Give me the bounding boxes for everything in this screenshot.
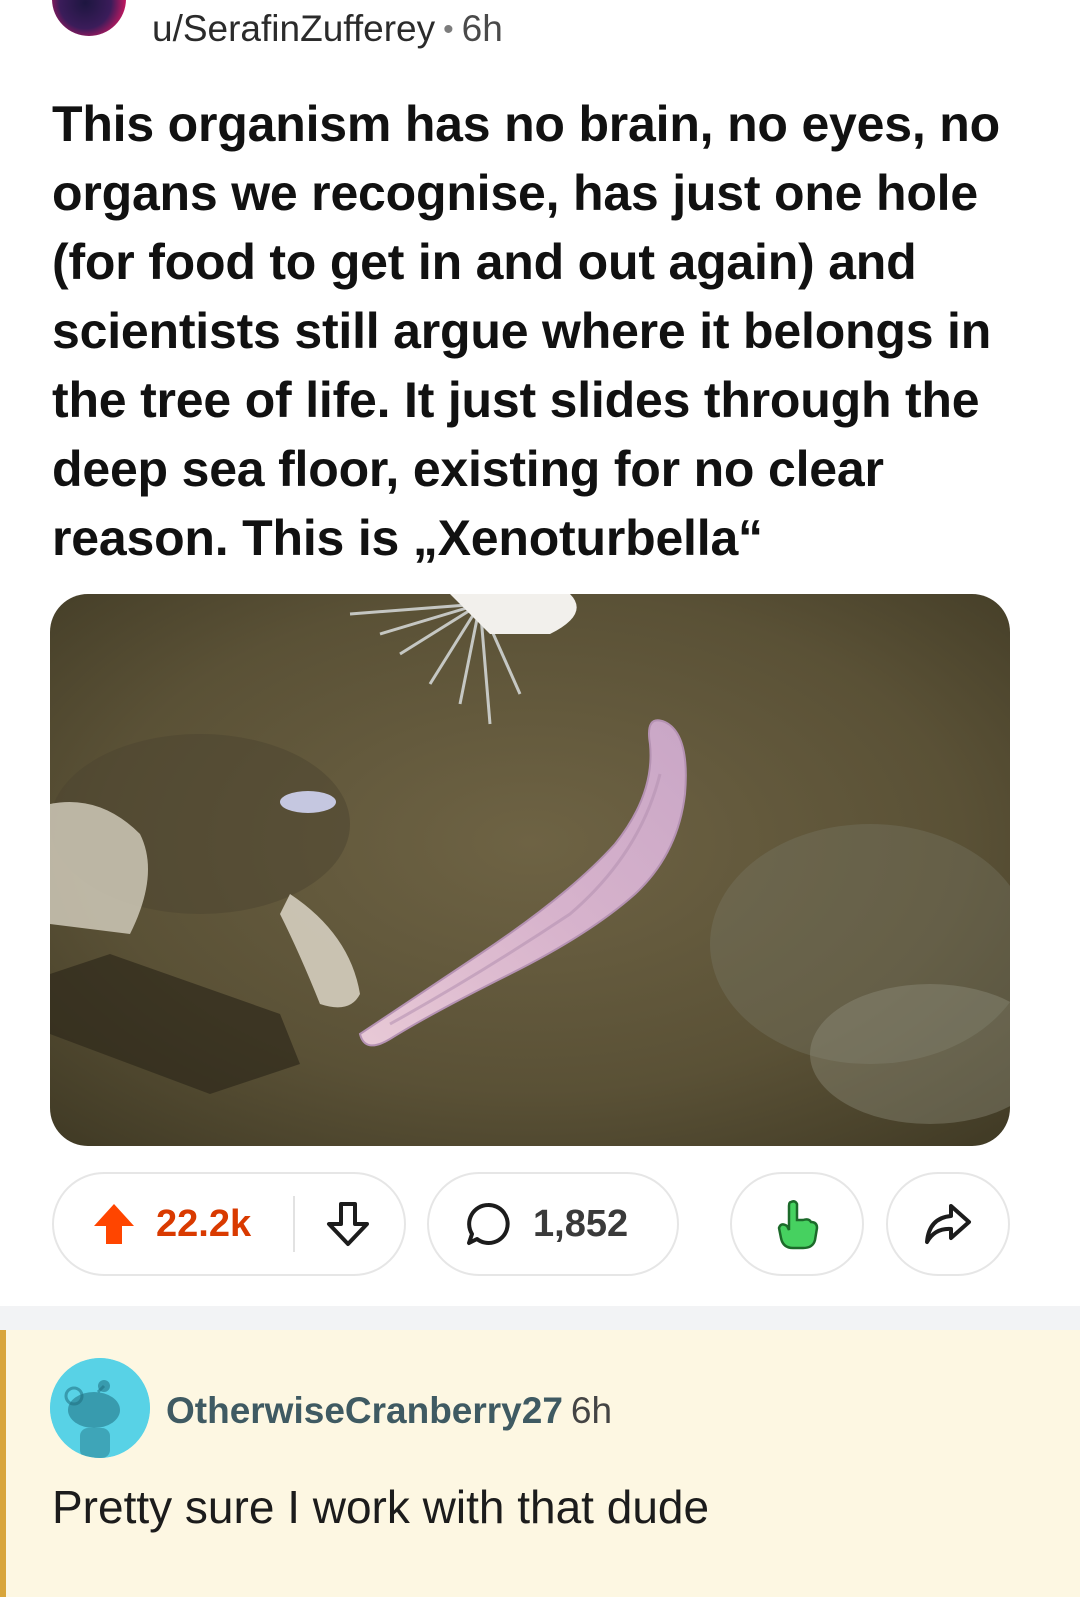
post-title[interactable]: This organism has no brain, no eyes, no … xyxy=(52,90,1042,573)
author-avatar[interactable] xyxy=(52,0,126,36)
post-card: u/SerafinZufferey • 6h This organism has n… xyxy=(0,0,1080,1320)
post-actions: 22.2k 1,852 xyxy=(0,1172,1080,1282)
comment-bubble-icon xyxy=(467,1202,510,1245)
downvote-arrow-icon[interactable] xyxy=(322,1198,374,1250)
vote-score: 22.2k xyxy=(156,1202,252,1245)
author-username[interactable]: u/SerafinZufferey xyxy=(152,8,435,49)
award-button[interactable] xyxy=(730,1172,864,1276)
post-age: 6h xyxy=(461,8,503,49)
xenoturbella-photo xyxy=(50,594,1010,1146)
snoo-avatar-icon xyxy=(50,1358,150,1458)
post-meta: u/SerafinZufferey • 6h xyxy=(152,8,503,50)
share-arrow-icon xyxy=(925,1204,971,1244)
comments-button[interactable]: 1,852 xyxy=(427,1172,679,1276)
commenter-avatar[interactable] xyxy=(50,1358,150,1458)
vote-divider xyxy=(293,1196,295,1252)
share-button[interactable] xyxy=(886,1172,1010,1276)
upvote-arrow-icon[interactable] xyxy=(90,1200,138,1248)
comment-age: 6h xyxy=(570,1390,613,1431)
award-hand-icon xyxy=(777,1200,819,1250)
comment-item: OtherwiseCranberry27 6h Pretty sure I wor… xyxy=(0,1330,1080,1597)
post-image[interactable] xyxy=(50,594,1010,1146)
commenter-username[interactable]: OtherwiseCranberry27 xyxy=(166,1390,563,1431)
meta-separator: • xyxy=(443,13,454,46)
comment-body: Pretty sure I work with that dude xyxy=(52,1481,710,1533)
section-divider xyxy=(0,1306,1080,1330)
comment-count: 1,852 xyxy=(533,1202,629,1245)
vote-bar: 22.2k xyxy=(52,1172,406,1276)
comment-meta: OtherwiseCranberry27 6h xyxy=(166,1390,612,1432)
